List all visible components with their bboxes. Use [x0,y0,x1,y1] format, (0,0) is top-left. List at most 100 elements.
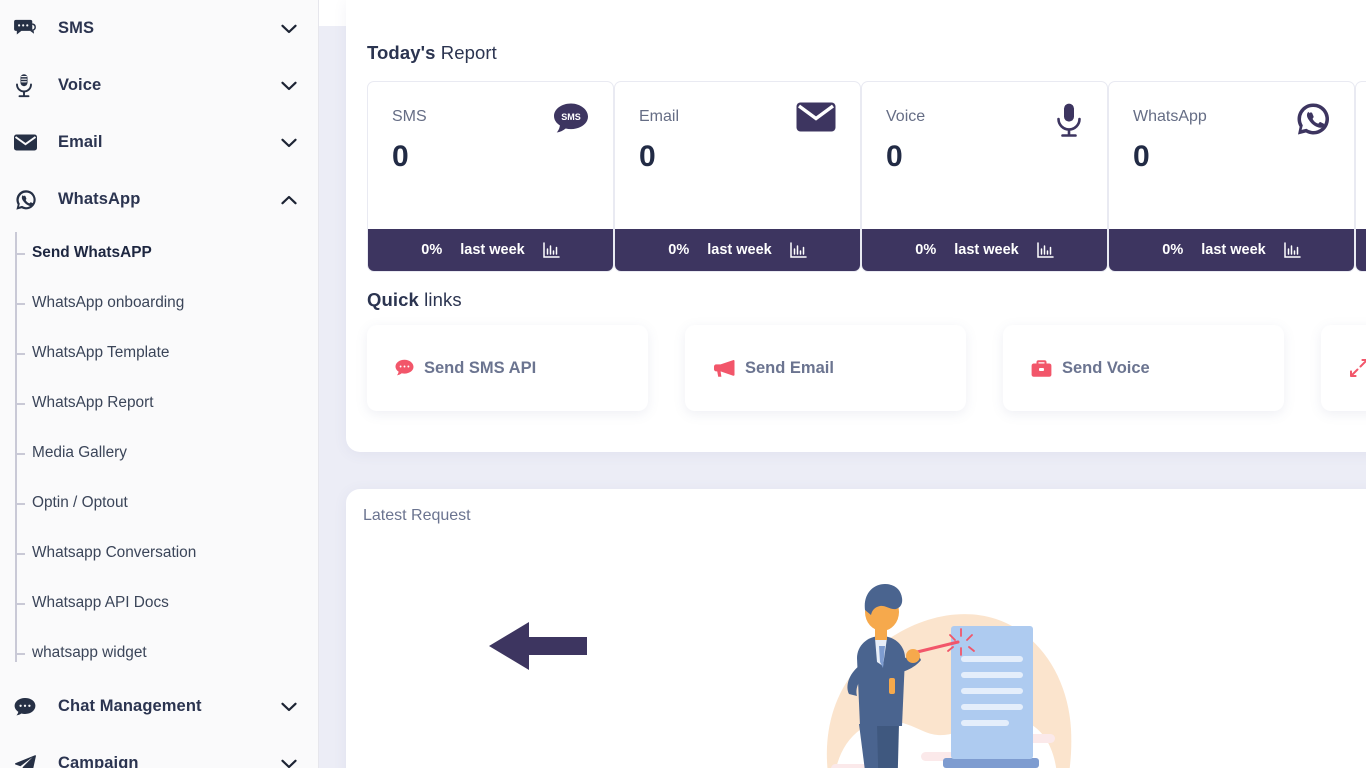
sidebar-group-email: Email [0,114,318,171]
sidebar-group-sms: SMS [0,0,318,57]
sidebar-label: WhatsApp [58,190,141,208]
submenu-item-send-whatsapp[interactable]: Send WhatsAPP [14,228,318,278]
svg-text:SMS: SMS [561,112,581,122]
stat-percent: 0% [915,242,937,258]
stat-cards-row: SMS 0 SMS 0% last week Email 0 0% last w… [367,81,1366,272]
sms-bubble-icon [395,359,414,377]
quick-links-title-rest: links [418,289,462,310]
quick-links-title-bold: Quick [367,289,419,310]
arrows-collapse-icon [1349,358,1366,378]
briefcase-icon [1031,359,1052,378]
submenu-item-whatsapp-conversation[interactable]: Whatsapp Conversation [14,528,318,578]
sidebar-group-voice: Voice [0,57,318,114]
bar-chart-icon[interactable] [542,242,560,258]
stat-card-body: WhatsApp 0 [1109,82,1354,231]
submenu-item-whatsapp-widget[interactable]: whatsapp widget [14,628,318,678]
microphone-icon [1055,102,1083,143]
envelope-icon [796,102,836,137]
sidebar-label: Chat Management [58,697,202,715]
page-title-bold: Today's [367,42,436,63]
stat-card-footer: 0% last week [368,229,613,271]
stat-card-value: 0 [392,140,409,173]
sidebar-label: Voice [58,76,102,94]
sidebar-item-whatsapp[interactable]: WhatsApp [0,171,318,228]
stat-card-footer: 0% last week [1109,229,1354,271]
stat-period: last week [954,242,1019,258]
submenu-label: WhatsApp Template [32,344,170,361]
chat-bubble-icon [14,697,44,717]
quick-links-title: Quick links [367,289,462,311]
chevron-up-icon[interactable] [278,195,300,205]
sidebar-group-whatsapp: WhatsApp Send WhatsAPP WhatsApp onboardi… [0,171,318,678]
chevron-down-icon[interactable] [278,24,300,34]
whatsapp-icon [14,188,44,212]
quick-links-row: Send SMS API Send Email Send Voice [367,325,1366,411]
stat-card-body: Voice 0 [862,82,1107,231]
stat-percent: 0% [1162,242,1184,258]
submenu-label: Optin / Optout [32,494,128,511]
stat-percent: 0% [421,242,443,258]
stat-card-overflow[interactable] [1355,81,1366,272]
paper-plane-icon [14,754,44,768]
stat-card-body: SMS 0 SMS [368,82,613,231]
bar-chart-icon[interactable] [1283,242,1301,258]
stat-card-title: Voice [886,108,926,125]
stat-card-whatsapp[interactable]: WhatsApp 0 0% last week [1108,81,1355,272]
sms-bubble-icon: SMS [553,102,589,139]
annotation-arrow [489,620,587,677]
megaphone-icon [713,359,735,378]
bar-chart-icon[interactable] [789,242,807,258]
quick-link-label: Send Voice [1062,358,1150,377]
submenu-item-media-gallery[interactable]: Media Gallery [14,428,318,478]
quick-link-send-sms-api[interactable]: Send SMS API [367,325,648,411]
stat-card-voice[interactable]: Voice 0 0% last week [861,81,1108,272]
quick-link-overflow[interactable] [1321,325,1366,411]
chevron-down-icon[interactable] [278,759,300,768]
stat-card-email[interactable]: Email 0 0% last week [614,81,861,272]
stat-card-sms[interactable]: SMS 0 SMS 0% last week [367,81,614,272]
stat-period: last week [1201,242,1266,258]
submenu-label: WhatsApp Report [32,394,154,411]
submenu-label: whatsapp widget [32,644,147,661]
chevron-down-icon[interactable] [278,702,300,712]
sidebar-item-chat-management[interactable]: Chat Management [0,678,318,735]
chevron-down-icon[interactable] [278,81,300,91]
page-title-rest: Report [435,42,497,63]
submenu-item-whatsapp-report[interactable]: WhatsApp Report [14,378,318,428]
sidebar-label: Campaign [58,754,139,768]
sidebar-item-email[interactable]: Email [0,114,318,171]
submenu-item-whatsapp-api-docs[interactable]: Whatsapp API Docs [14,578,318,628]
stat-card-value: 0 [639,140,656,173]
report-panel: Today's Report SMS 0 SMS 0% last week Em… [346,0,1366,452]
stat-percent: 0% [668,242,690,258]
submenu-label: Send WhatsAPP [32,244,152,261]
chevron-down-icon[interactable] [278,138,300,148]
quick-link-label: Send SMS API [424,358,537,377]
page-title: Today's Report [367,42,497,64]
submenu-label: WhatsApp onboarding [32,294,185,311]
sidebar-item-campaign[interactable]: Campaign [0,735,318,768]
sidebar-item-sms[interactable]: SMS [0,0,318,57]
quick-link-send-voice[interactable]: Send Voice [1003,325,1284,411]
submenu-label: Media Gallery [32,444,127,461]
stat-card-value: 0 [886,140,903,173]
envelope-icon [14,134,44,151]
submenu-item-whatsapp-template[interactable]: WhatsApp Template [14,328,318,378]
dashboard-page: SMS Voice Email WhatsApp Send WhatsAPP W… [0,0,1366,768]
sidebar: SMS Voice Email WhatsApp Send WhatsAPP W… [0,0,319,768]
quick-link-label: Send Email [745,358,834,377]
sidebar-label: SMS [58,19,95,37]
submenu-label: Whatsapp Conversation [32,544,197,561]
submenu-item-whatsapp-onboarding[interactable]: WhatsApp onboarding [14,278,318,328]
quick-link-send-email[interactable]: Send Email [685,325,966,411]
sms-chat-icon [14,19,44,39]
sidebar-label: Email [58,133,103,151]
submenu-label: Whatsapp API Docs [32,594,169,611]
stat-card-body [1356,82,1366,231]
bar-chart-icon[interactable] [1036,242,1054,258]
presenter-with-flipchart-illustration [801,574,1101,768]
stat-period: last week [707,242,772,258]
stat-card-value: 0 [1133,140,1150,173]
sidebar-item-voice[interactable]: Voice [0,57,318,114]
submenu-item-optin-optout[interactable]: Optin / Optout [14,478,318,528]
